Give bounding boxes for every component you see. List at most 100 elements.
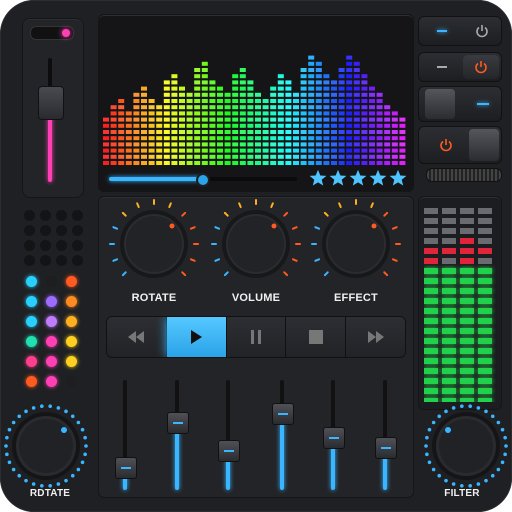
spectrum-segment — [293, 92, 299, 97]
switch-2-handle[interactable] — [469, 129, 499, 161]
spectrum-segment — [300, 99, 307, 103]
spectrum-segment — [277, 161, 284, 165]
spectrum-segment — [224, 123, 231, 128]
spectrum-segment — [331, 117, 337, 122]
color-dot — [46, 316, 57, 327]
power-toggle-2[interactable] — [418, 52, 502, 82]
spectrum-segment — [315, 99, 322, 103]
power-icon — [440, 139, 452, 152]
spectrum-segment — [247, 142, 254, 147]
spectrum-segment — [361, 80, 368, 85]
level-meter — [424, 208, 492, 402]
spectrum-segment — [186, 154, 193, 159]
star-icon[interactable] — [389, 169, 407, 187]
spectrum-segment — [308, 92, 315, 97]
spectrum-segment — [300, 161, 307, 165]
spectrum-segment — [239, 161, 246, 165]
meter-segment — [478, 358, 492, 364]
color-dot — [46, 336, 57, 347]
color-dot — [46, 296, 57, 307]
spectrum-segment — [369, 92, 375, 97]
spectrum-segment — [285, 92, 292, 97]
switch-1-handle[interactable] — [425, 89, 455, 119]
knob-effect[interactable] — [308, 196, 404, 292]
meter-segment — [442, 318, 456, 324]
spectrum-segment — [217, 92, 223, 97]
spectrum-segment — [323, 117, 330, 122]
fader[interactable] — [216, 380, 240, 490]
fader-handle[interactable] — [115, 457, 137, 480]
power-toggle-1[interactable] — [418, 16, 502, 46]
star-icon[interactable] — [329, 169, 347, 187]
spectrum-segment — [179, 161, 185, 165]
fader-handle-mark — [278, 412, 288, 415]
fader-handle[interactable] — [323, 427, 345, 449]
led-toggle[interactable] — [30, 26, 74, 40]
stop-button[interactable] — [286, 317, 347, 357]
meter-segment — [460, 208, 474, 214]
spectrum-segment — [171, 74, 178, 79]
fader[interactable] — [321, 380, 345, 490]
spectrum-segment — [232, 142, 239, 147]
spectrum-segment — [285, 130, 292, 134]
spectrum-segment — [346, 123, 353, 128]
star-icon[interactable] — [369, 169, 387, 187]
left-fader-handle[interactable] — [38, 86, 64, 120]
spectrum-segment — [201, 68, 208, 72]
spectrum-segment — [323, 111, 330, 116]
spectrum-segment — [110, 161, 117, 165]
spectrum-segment — [148, 111, 155, 116]
spectrum-segment — [384, 161, 391, 165]
big-knob-left[interactable] — [4, 404, 88, 488]
spectrum-segment — [369, 130, 375, 134]
spectrum-segment — [353, 136, 360, 141]
fader-handle[interactable] — [375, 437, 397, 460]
star-icon[interactable] — [309, 169, 327, 187]
spectrum-segment — [323, 92, 330, 97]
fader-handle[interactable] — [272, 402, 294, 425]
fader[interactable] — [165, 380, 189, 490]
meter-segment — [460, 378, 474, 384]
fader[interactable] — [373, 380, 397, 490]
spectrum-segment — [323, 148, 330, 153]
previous-button[interactable] — [107, 317, 167, 357]
star-rating[interactable] — [309, 169, 407, 189]
spectrum-segment — [255, 111, 261, 116]
pause-button[interactable] — [226, 317, 287, 357]
spectrum-segment — [331, 99, 337, 103]
fader[interactable] — [270, 380, 294, 490]
spectrum-segment — [308, 68, 315, 72]
spectrum-segment — [262, 111, 269, 116]
spectrum-segment — [323, 161, 330, 165]
meter-segment — [478, 338, 492, 344]
left-fader[interactable] — [38, 58, 64, 182]
spectrum-segment — [338, 161, 345, 165]
meter-segment — [442, 248, 456, 254]
horizontal-scroll-wheel[interactable] — [426, 168, 502, 182]
spectrum-segment — [141, 130, 147, 134]
spectrum-segment — [179, 99, 185, 103]
star-icon[interactable] — [349, 169, 367, 187]
spectrum-segment — [141, 105, 147, 110]
spectrum-segment — [110, 123, 117, 128]
meter-segment — [460, 338, 474, 344]
seek-bar[interactable] — [109, 173, 297, 187]
switch-2[interactable] — [418, 126, 502, 164]
spectrum-segment — [300, 74, 307, 79]
seek-thumb[interactable] — [196, 173, 210, 187]
spectrum-segment — [308, 154, 315, 159]
spectrum-segment — [224, 105, 231, 110]
fader-handle[interactable] — [167, 411, 189, 434]
power-button-on[interactable] — [463, 55, 499, 79]
play-button[interactable] — [166, 317, 227, 357]
knob-volume[interactable] — [208, 196, 304, 292]
spectrum-segment — [125, 130, 132, 134]
big-knob-right[interactable] — [424, 404, 508, 488]
next-button[interactable] — [346, 317, 405, 357]
knob-rotate[interactable] — [106, 196, 202, 292]
switch-1[interactable] — [418, 86, 502, 122]
color-dot — [46, 276, 57, 287]
fader-handle[interactable] — [218, 439, 240, 462]
spectrum-segment — [133, 117, 140, 122]
fader[interactable] — [113, 380, 137, 490]
